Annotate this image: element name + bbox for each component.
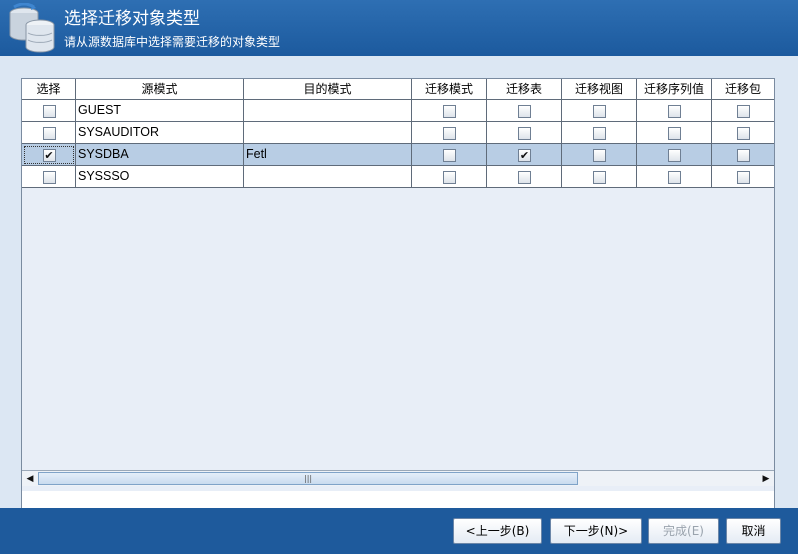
source-schema-cell: GUEST <box>76 100 244 122</box>
select-checkbox[interactable] <box>42 126 56 140</box>
wizard-footer: <上一步(B) 下一步(N)> 完成(E) 取消 <box>0 508 798 554</box>
migrate-view-checkbox[interactable] <box>593 170 606 184</box>
scroll-right-arrow-icon[interactable]: ▶ <box>759 472 773 486</box>
select-checkbox[interactable]: ✔ <box>42 148 56 162</box>
table-row-selected[interactable]: ✔ SYSDBA Fetl ✔ <box>22 144 774 166</box>
migrate-sequence-checkbox[interactable] <box>668 170 681 184</box>
scroll-left-arrow-icon[interactable]: ◀ <box>23 472 37 486</box>
target-schema-cell[interactable]: Fetl <box>244 144 412 166</box>
table-row[interactable]: SYSSSO <box>22 166 774 188</box>
migrate-table-checkbox[interactable] <box>518 126 531 140</box>
column-header-migrate-view[interactable]: 迁移视图 <box>562 79 637 99</box>
content-panel: 选择 源模式 目的模式 迁移模式 迁移表 迁移视图 迁移序列值 迁移包 GUES… <box>0 56 798 509</box>
migrate-schema-checkbox[interactable] <box>443 104 456 118</box>
source-schema-cell: SYSAUDITOR <box>76 122 244 144</box>
object-type-table: 选择 源模式 目的模式 迁移模式 迁移表 迁移视图 迁移序列值 迁移包 GUES… <box>21 78 775 509</box>
column-header-select[interactable]: 选择 <box>22 79 76 99</box>
select-checkbox[interactable] <box>42 104 56 118</box>
target-schema-cell[interactable] <box>244 122 412 144</box>
select-checkbox[interactable] <box>42 170 56 184</box>
wizard-header: 选择迁移对象类型 请从源数据库中选择需要迁移的对象类型 <box>0 0 798 56</box>
table-grid: 选择 源模式 目的模式 迁移模式 迁移表 迁移视图 迁移序列值 迁移包 GUES… <box>22 79 774 491</box>
page-subtitle: 请从源数据库中选择需要迁移的对象类型 <box>64 35 281 49</box>
migrate-view-checkbox[interactable] <box>593 148 606 162</box>
column-header-migrate-table[interactable]: 迁移表 <box>487 79 562 99</box>
column-header-migrate-package[interactable]: 迁移包 <box>712 79 774 99</box>
finish-button[interactable]: 完成(E) <box>648 518 719 544</box>
migrate-table-checkbox[interactable] <box>518 104 531 118</box>
column-header-target-schema[interactable]: 目的模式 <box>244 79 412 99</box>
migrate-schema-checkbox[interactable] <box>443 126 456 140</box>
migrate-package-checkbox[interactable] <box>737 126 750 140</box>
migrate-sequence-checkbox[interactable] <box>668 126 681 140</box>
column-header-source-schema[interactable]: 源模式 <box>76 79 244 99</box>
table-row[interactable]: GUEST <box>22 100 774 122</box>
page-title: 选择迁移对象类型 <box>64 9 200 29</box>
migrate-package-checkbox[interactable] <box>737 170 750 184</box>
cancel-button[interactable]: 取消 <box>726 518 781 544</box>
database-migrate-icon <box>9 3 55 53</box>
target-schema-cell[interactable] <box>244 166 412 188</box>
migrate-sequence-checkbox[interactable] <box>668 148 681 162</box>
migrate-schema-checkbox[interactable] <box>443 148 456 162</box>
migrate-sequence-checkbox[interactable] <box>668 104 681 118</box>
horizontal-scrollbar[interactable]: ◀ ||| ▶ <box>22 470 774 486</box>
scrollbar-thumb[interactable]: ||| <box>38 472 578 485</box>
migrate-package-checkbox[interactable] <box>737 148 750 162</box>
table-row[interactable]: SYSAUDITOR <box>22 122 774 144</box>
column-header-migrate-sequence[interactable]: 迁移序列值 <box>637 79 712 99</box>
next-button[interactable]: 下一步(N)> <box>550 518 642 544</box>
migrate-package-checkbox[interactable] <box>737 104 750 118</box>
previous-button[interactable]: <上一步(B) <box>453 518 542 544</box>
source-schema-cell: SYSDBA <box>76 144 244 166</box>
migrate-schema-checkbox[interactable] <box>443 170 456 184</box>
table-header-row: 选择 源模式 目的模式 迁移模式 迁移表 迁移视图 迁移序列值 迁移包 <box>22 79 774 100</box>
migrate-table-checkbox[interactable] <box>518 170 531 184</box>
migrate-view-checkbox[interactable] <box>593 104 606 118</box>
migrate-view-checkbox[interactable] <box>593 126 606 140</box>
scrollbar-grip-icon: ||| <box>304 474 313 483</box>
column-header-migrate-schema[interactable]: 迁移模式 <box>412 79 487 99</box>
source-schema-cell: SYSSSO <box>76 166 244 188</box>
migrate-table-checkbox[interactable]: ✔ <box>518 148 531 162</box>
target-schema-cell[interactable] <box>244 100 412 122</box>
